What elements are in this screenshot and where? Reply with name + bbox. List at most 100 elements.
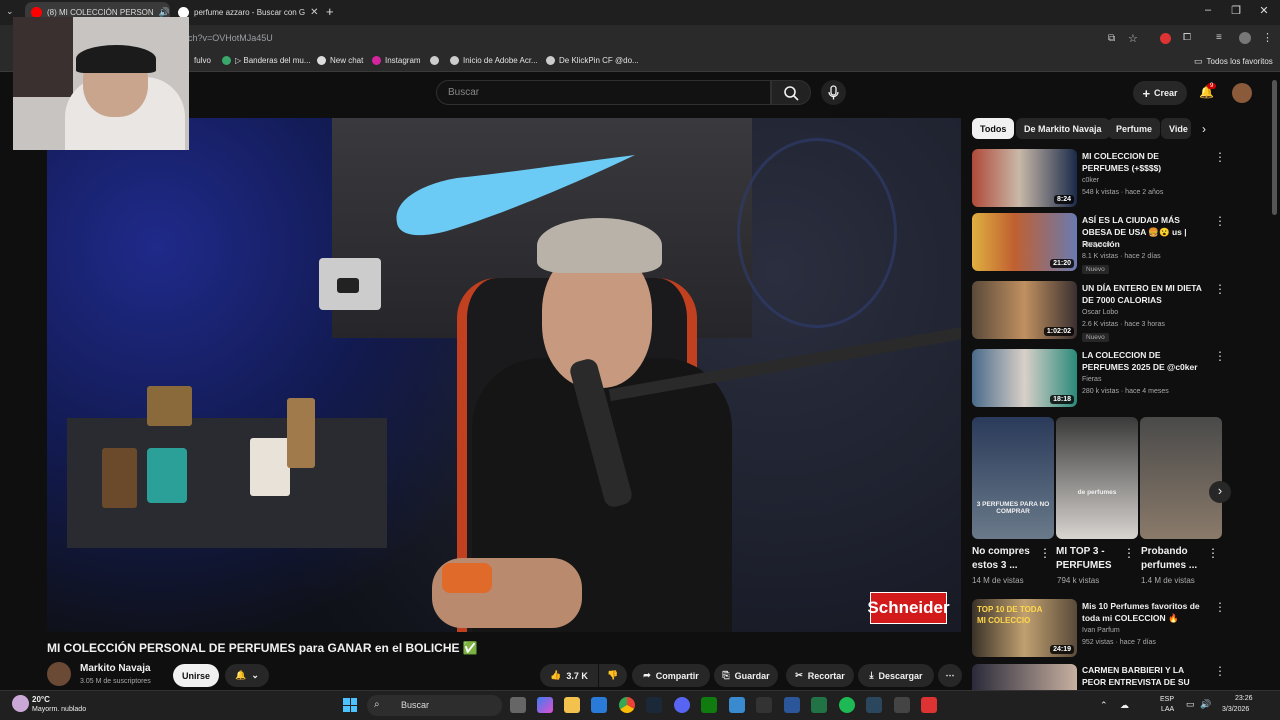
- word-icon[interactable]: [784, 697, 800, 713]
- keyboard-language[interactable]: ESP: [1160, 696, 1174, 703]
- related-video-channel[interactable]: c0ker: [1082, 177, 1099, 184]
- extensions-puzzle-icon[interactable]: ⧠: [1183, 32, 1191, 43]
- shorts-next-button[interactable]: ›: [1209, 481, 1231, 503]
- bookmark-star-icon[interactable]: ☆: [1128, 32, 1138, 45]
- short-title[interactable]: Probando perfumes ...: [1141, 545, 1211, 573]
- close-tab-icon[interactable]: ✕: [310, 7, 318, 18]
- share-button[interactable]: ➦ Compartir: [632, 664, 710, 687]
- video-thumbnail[interactable]: 8:24: [972, 149, 1077, 207]
- bookmark-item[interactable]: De KlickPin CF @do...: [546, 56, 639, 65]
- cast-icon[interactable]: ⧉: [1108, 33, 1115, 44]
- more-vertical-icon[interactable]: ⋮: [1123, 546, 1135, 560]
- new-tab-button[interactable]: +: [326, 4, 334, 19]
- more-vertical-icon[interactable]: ⋮: [1214, 664, 1226, 678]
- video-thumbnail[interactable]: 1:02:02: [972, 281, 1077, 339]
- chip-perfume[interactable]: Perfume: [1108, 118, 1161, 139]
- related-video-title[interactable]: UN DÍA ENTERO EN MI DIETA DE 7000 CALORI…: [1082, 282, 1207, 306]
- channel-avatar[interactable]: [47, 662, 71, 686]
- video-thumbnail[interactable]: 21:20: [972, 213, 1077, 271]
- related-video-title[interactable]: LA COLECCION DE PERFUMES 2025 DE @c0ker: [1082, 349, 1207, 373]
- excel-icon[interactable]: [811, 697, 827, 713]
- subscribe-bell-button[interactable]: 🔔 ⌄: [225, 664, 269, 687]
- xbox-icon[interactable]: [701, 697, 717, 713]
- url-field[interactable]: ch?v=OVHotMJa45U: [188, 33, 273, 43]
- cloud-icon[interactable]: ☁: [1120, 700, 1129, 711]
- chevron-up-icon[interactable]: ⌃: [1100, 700, 1108, 711]
- chevron-right-icon[interactable]: ›: [1202, 122, 1206, 136]
- channel-name[interactable]: Markito Navaja: [80, 663, 151, 674]
- more-vertical-icon[interactable]: ⋮: [1039, 546, 1051, 560]
- more-vertical-icon[interactable]: ⋮: [1214, 214, 1226, 228]
- bookmark-item[interactable]: ▷ Banderas del mu...: [222, 56, 311, 65]
- bookmark-item[interactable]: Inicio de Adobe Acr...: [450, 56, 538, 65]
- short-thumbnail[interactable]: [1140, 417, 1222, 539]
- taskbar-search[interactable]: Buscar: [367, 695, 502, 716]
- spotify-icon[interactable]: [839, 697, 855, 713]
- short-thumbnail[interactable]: de perfumes: [1056, 417, 1138, 539]
- chip-channel[interactable]: De Markito Navaja: [1016, 118, 1110, 139]
- photos-icon[interactable]: [729, 697, 745, 713]
- chrome-icon[interactable]: [619, 697, 635, 713]
- profile-avatar[interactable]: [1239, 32, 1251, 44]
- bookmark-item[interactable]: fulvo: [194, 56, 211, 65]
- clock-time[interactable]: 23:26: [1235, 695, 1253, 702]
- like-button[interactable]: 👍 3.7 K: [540, 664, 598, 687]
- bookmark-item[interactable]: Instagram: [372, 56, 421, 65]
- epic-games-icon[interactable]: [756, 697, 772, 713]
- create-button[interactable]: + Crear: [1133, 81, 1187, 105]
- bookmark-item[interactable]: [430, 56, 439, 65]
- steam-icon[interactable]: [646, 697, 662, 713]
- maximize-icon[interactable]: ❐: [1226, 4, 1246, 17]
- app-icon[interactable]: [894, 697, 910, 713]
- page-scrollbar[interactable]: [1272, 80, 1277, 215]
- related-video-channel[interactable]: Harryson: [1082, 241, 1110, 248]
- tab-google[interactable]: perfume azzaro - Buscar con G ✕: [172, 2, 320, 23]
- download-button[interactable]: ⤓ Descargar: [858, 664, 934, 687]
- all-bookmarks[interactable]: ▭ Todos los favoritos: [1194, 56, 1273, 67]
- related-video-channel[interactable]: Oscar Lobo: [1082, 309, 1118, 316]
- extension-icon[interactable]: [1160, 33, 1171, 44]
- related-video-title[interactable]: MI COLECCION DE PERFUMES (+$$$$): [1082, 150, 1207, 174]
- related-video-title[interactable]: Mis 10 Perfumes favoritos de toda mi COL…: [1082, 600, 1207, 624]
- voice-search-button[interactable]: [821, 80, 846, 105]
- video-player[interactable]: Schneider: [47, 118, 961, 632]
- clip-button[interactable]: ✂ Recortar: [786, 664, 854, 687]
- network-icon[interactable]: ▭: [1186, 699, 1195, 710]
- minimize-icon[interactable]: –: [1198, 4, 1218, 16]
- file-explorer-icon[interactable]: [564, 697, 580, 713]
- short-title[interactable]: MI TOP 3 - PERFUMES: [1056, 545, 1126, 573]
- short-title[interactable]: No compres estos 3 ...: [972, 545, 1042, 573]
- discord-icon[interactable]: [674, 697, 690, 713]
- mail-icon[interactable]: [591, 697, 607, 713]
- app-icon[interactable]: [921, 697, 937, 713]
- tab-search-chevron-icon[interactable]: ⌄: [6, 6, 14, 17]
- close-window-icon[interactable]: ✕: [1254, 4, 1274, 17]
- search-input[interactable]: Buscar: [436, 80, 771, 105]
- video-thumbnail[interactable]: [972, 664, 1077, 690]
- more-vertical-icon[interactable]: ⋮: [1207, 546, 1219, 560]
- more-vertical-icon[interactable]: ⋮: [1214, 282, 1226, 296]
- save-button[interactable]: ⎘ Guardar: [714, 664, 778, 687]
- volume-icon[interactable]: 🔊: [1200, 699, 1211, 710]
- join-button[interactable]: Unirse: [173, 664, 219, 687]
- more-vertical-icon[interactable]: ⋮: [1214, 600, 1226, 614]
- media-control-icon[interactable]: ≡: [1216, 32, 1222, 43]
- chip-videos[interactable]: Vide: [1161, 118, 1191, 139]
- video-thumbnail[interactable]: 18:18: [972, 349, 1077, 407]
- bookmark-item[interactable]: New chat: [317, 56, 363, 65]
- chip-todos[interactable]: Todos: [972, 118, 1015, 139]
- weather-icon[interactable]: [12, 695, 29, 712]
- related-video-channel[interactable]: Fieras: [1082, 376, 1101, 383]
- more-vertical-icon[interactable]: ⋮: [1214, 349, 1226, 363]
- account-avatar[interactable]: [1232, 83, 1252, 103]
- short-thumbnail[interactable]: 3 PERFUMES PARA NO COMPRAR: [972, 417, 1054, 539]
- steam-icon[interactable]: [866, 697, 882, 713]
- video-thumbnail[interactable]: TOP 10 DE TODA MI COLECCIO 24:19: [972, 599, 1077, 657]
- weather-temp[interactable]: 20°C: [32, 695, 50, 704]
- task-view-icon[interactable]: [510, 697, 526, 713]
- related-video-channel[interactable]: Ivan Parfum: [1082, 627, 1120, 634]
- menu-kebab-icon[interactable]: ⋮: [1262, 31, 1273, 44]
- more-actions-button[interactable]: ⋯: [938, 664, 962, 687]
- search-button[interactable]: [771, 80, 811, 105]
- windows-start-icon[interactable]: [343, 698, 357, 712]
